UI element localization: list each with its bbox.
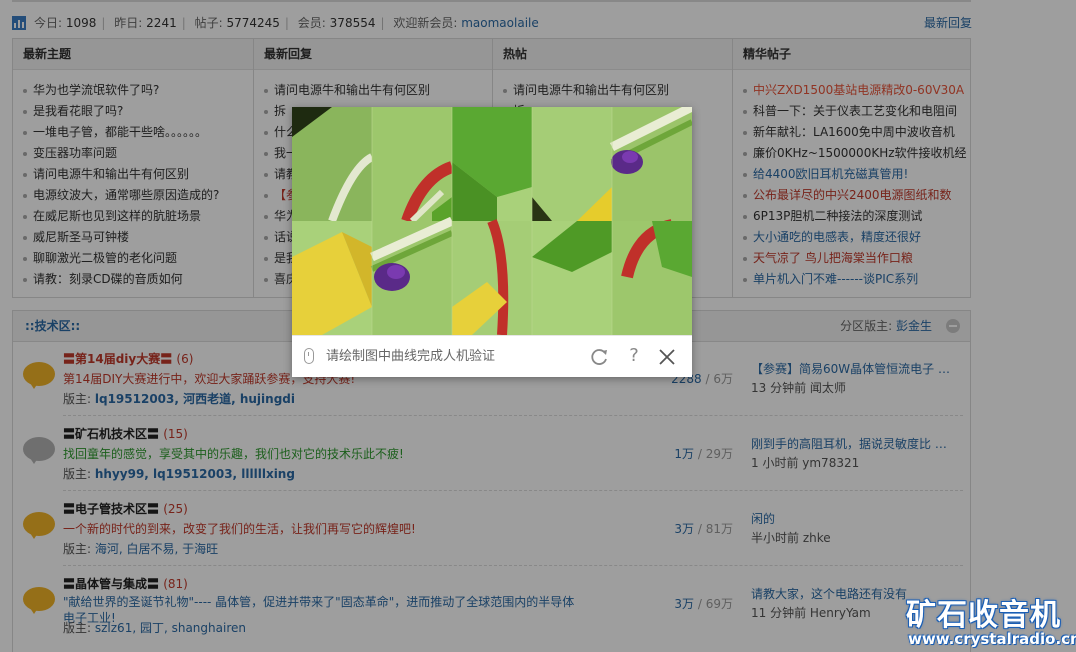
puzzle-tiles	[292, 107, 692, 335]
captcha-dialog: 请绘制图中曲线完成人机验证 ?	[292, 107, 692, 377]
watermark-url: www.crystalradio.cn	[908, 630, 1076, 648]
mouse-icon	[304, 348, 314, 364]
captcha-puzzle-image[interactable]	[292, 107, 692, 335]
captcha-toolbar: 请绘制图中曲线完成人机验证 ?	[292, 335, 692, 377]
help-icon[interactable]: ?	[624, 344, 644, 368]
refresh-icon[interactable]	[588, 346, 610, 368]
watermark-brand: 矿石收音机	[906, 598, 1061, 633]
site-watermark: 矿石收音机 www.crystalradio.cn	[906, 590, 1076, 650]
close-icon[interactable]	[656, 346, 678, 368]
captcha-instruction: 请绘制图中曲线完成人机验证	[326, 349, 496, 364]
